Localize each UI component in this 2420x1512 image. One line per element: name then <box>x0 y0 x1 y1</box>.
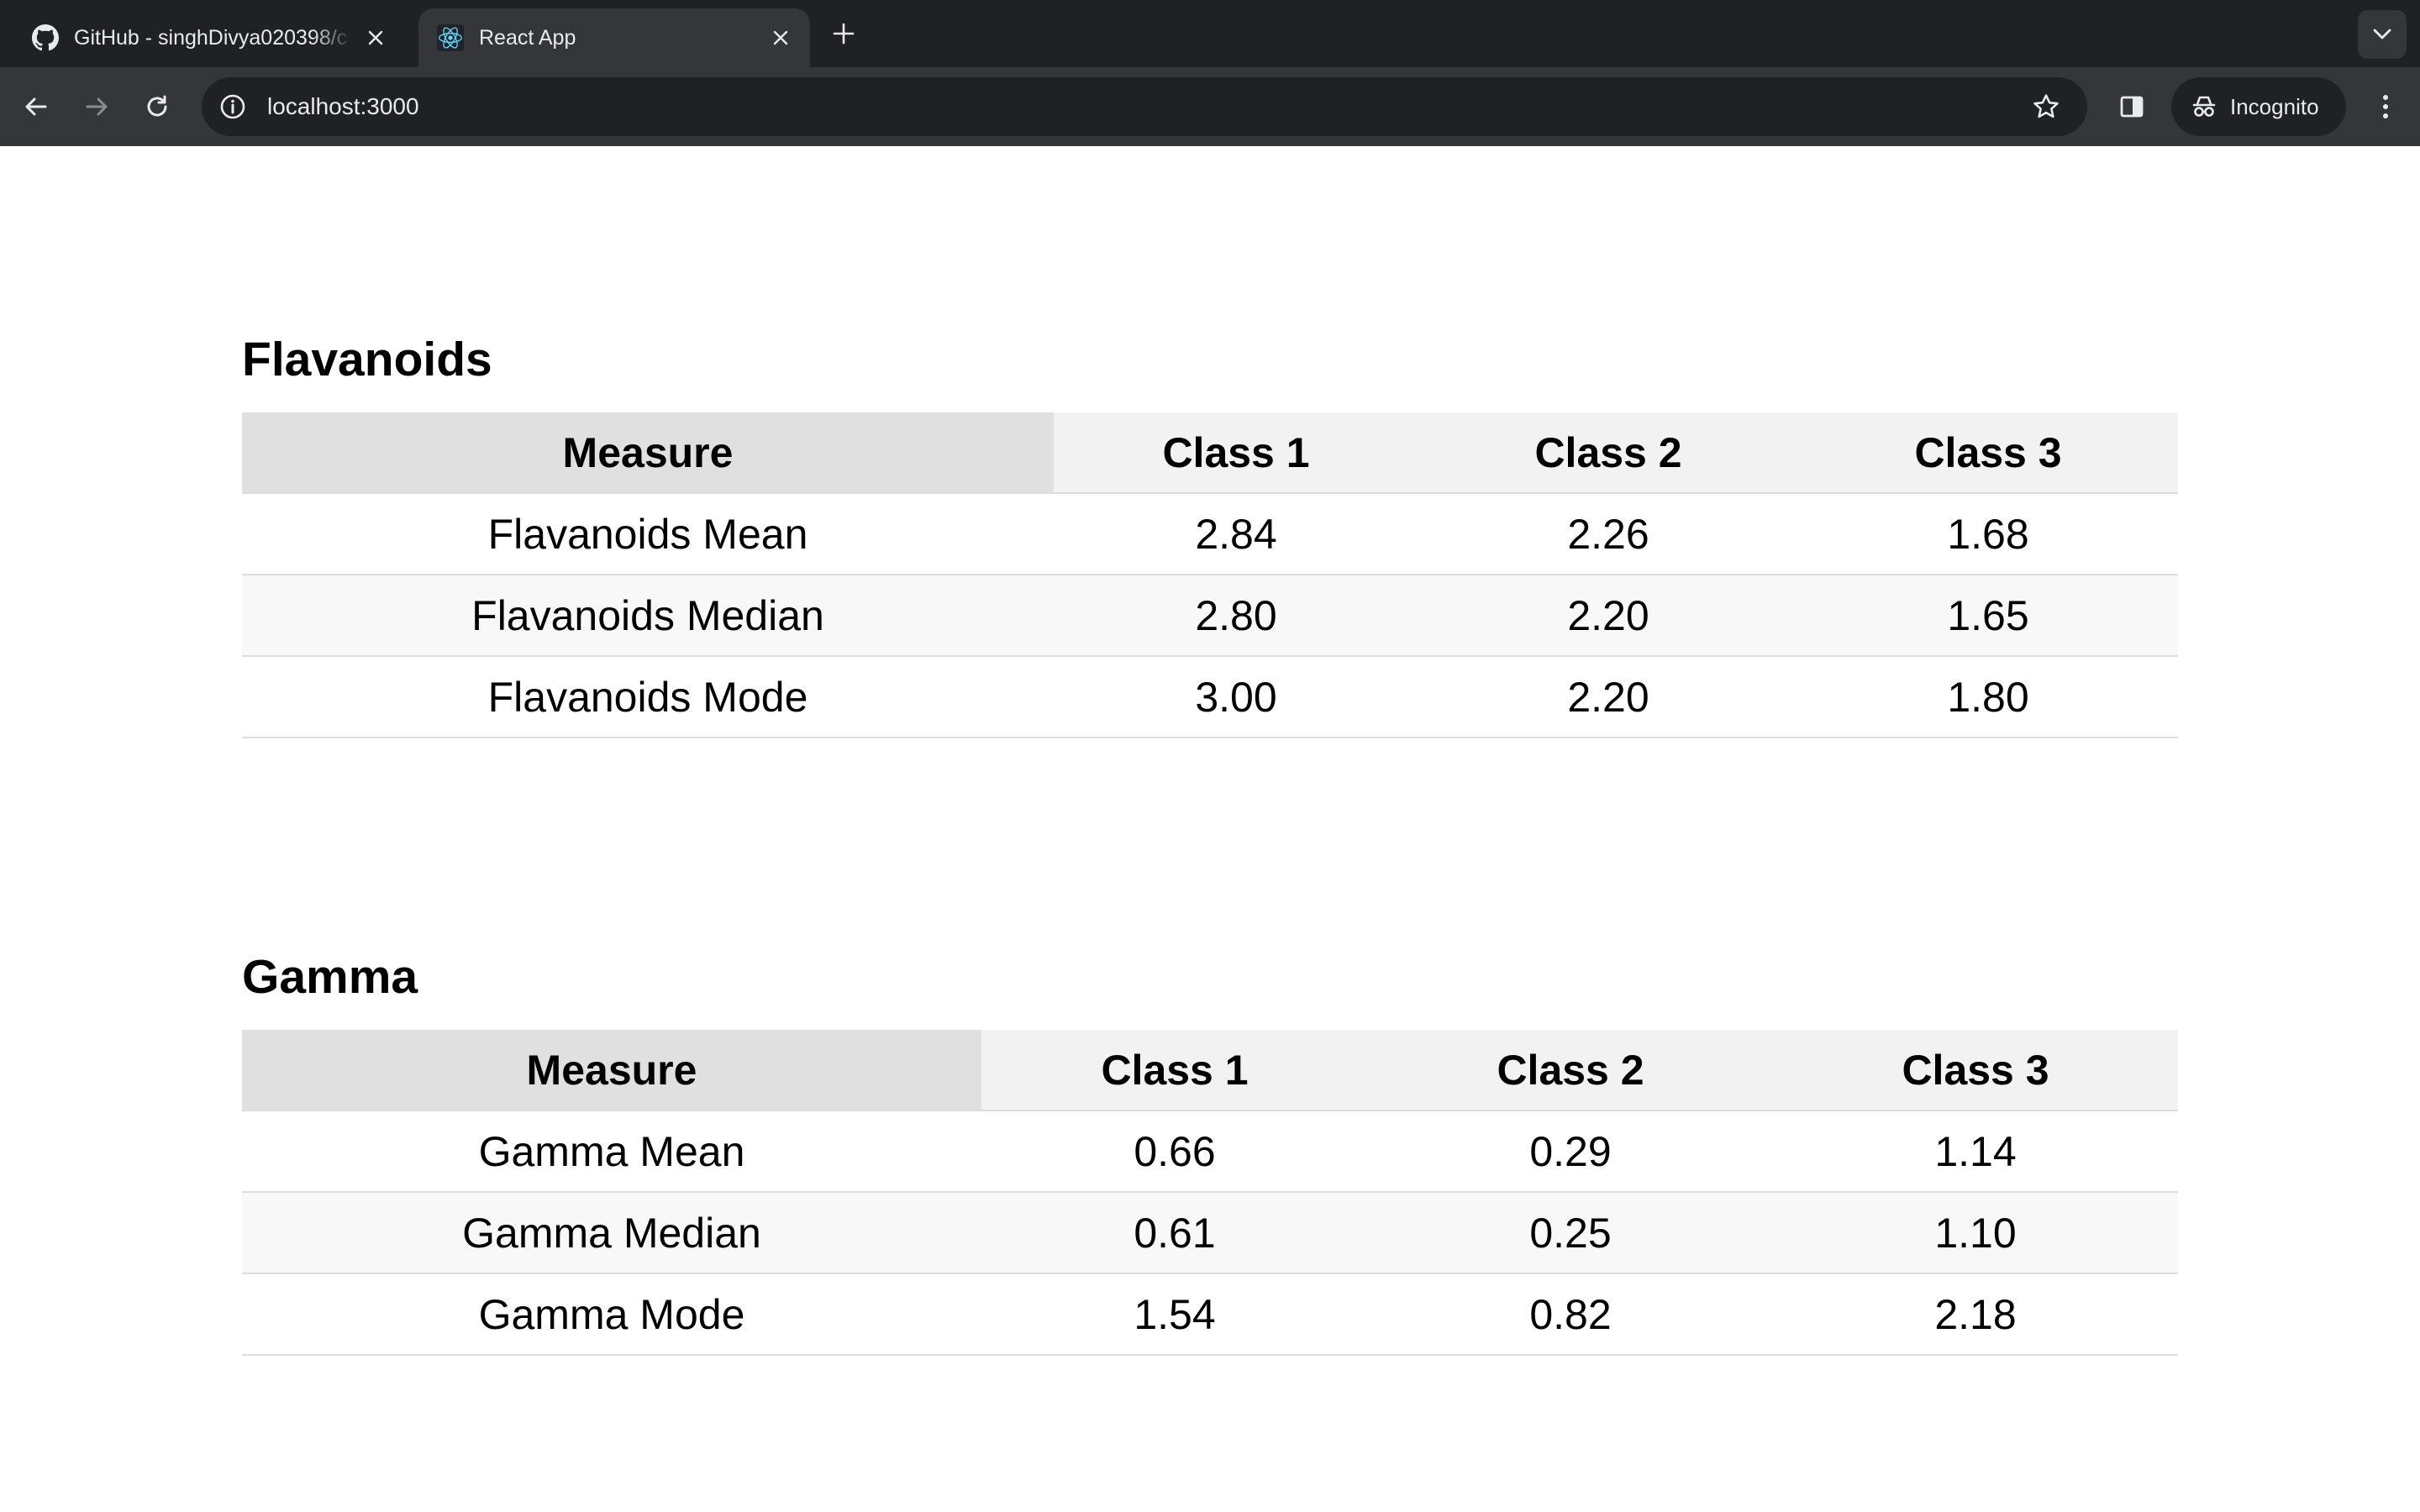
table-header-row: Measure Class 1 Class 2 Class 3 <box>242 1030 2178 1111</box>
table-cell: 0.25 <box>1368 1192 1773 1274</box>
table-cell: 2.20 <box>1418 656 1798 738</box>
column-header: Measure <box>242 1030 981 1111</box>
arrow-right-icon <box>86 97 108 116</box>
table-row: Flavanoids Median 2.80 2.20 1.65 <box>242 575 2178 657</box>
column-header: Class 1 <box>1054 412 1418 494</box>
column-header: Class 3 <box>1798 412 2178 494</box>
url-text: localhost:3000 <box>267 93 419 119</box>
table-row: Flavanoids Mean 2.84 2.26 1.68 <box>242 493 2178 575</box>
more-vert-icon <box>2383 95 2388 118</box>
table-cell: 2.18 <box>1773 1273 2178 1356</box>
table-cell: 1.54 <box>981 1273 1368 1356</box>
table-cell: Flavanoids Mean <box>242 493 1054 575</box>
back-button[interactable] <box>17 87 55 126</box>
tab-title: React App <box>479 25 576 50</box>
table-cell: 0.82 <box>1368 1273 1773 1356</box>
new-tab-button[interactable] <box>827 17 860 50</box>
browser-toolbar: localhost:3000 Incognito <box>0 67 2420 146</box>
forward-button[interactable] <box>77 87 116 126</box>
side-panel-button[interactable] <box>2112 87 2151 126</box>
table-cell: 0.66 <box>981 1110 1368 1193</box>
reload-button[interactable] <box>138 87 176 126</box>
arrow-left-icon <box>25 97 47 116</box>
tab-title: GitHub - singhDivya020398/c <box>74 25 348 50</box>
incognito-label: Incognito <box>2230 93 2319 119</box>
table-cell: 1.68 <box>1798 493 2178 575</box>
table-cell: 2.20 <box>1418 575 1798 657</box>
menu-button[interactable] <box>2366 87 2405 126</box>
table-row: Flavanoids Mode 3.00 2.20 1.80 <box>242 656 2178 738</box>
table-row: Gamma Mode 1.54 0.82 2.18 <box>242 1273 2178 1356</box>
incognito-icon <box>2190 92 2218 121</box>
table-cell: Gamma Median <box>242 1192 981 1274</box>
column-header: Class 1 <box>981 1030 1368 1111</box>
flavanoids-section: Flavanoids Measure Class 1 Class 2 Class… <box>242 326 2178 738</box>
table-cell: 0.29 <box>1368 1110 1773 1193</box>
flavanoids-table: Measure Class 1 Class 2 Class 3 Flavanoi… <box>242 412 2178 738</box>
table-cell: 2.26 <box>1418 493 1798 575</box>
column-header: Measure <box>242 412 1054 494</box>
table-cell: Flavanoids Mode <box>242 656 1054 738</box>
table-row: Gamma Mean 0.66 0.29 1.14 <box>242 1110 2178 1193</box>
table-row: Gamma Median 0.61 0.25 1.10 <box>242 1192 2178 1274</box>
table-cell: 1.65 <box>1798 575 2178 657</box>
table-header-row: Measure Class 1 Class 2 Class 3 <box>242 412 2178 494</box>
table-cell: Gamma Mode <box>242 1273 981 1356</box>
table-cell: 2.80 <box>1054 575 1418 657</box>
react-icon <box>437 24 464 51</box>
section-title: Gamma <box>242 950 418 1004</box>
table-cell: 2.84 <box>1054 493 1418 575</box>
table-cell: Gamma Mean <box>242 1110 981 1193</box>
close-icon[interactable] <box>361 24 390 52</box>
table-cell: 1.14 <box>1773 1110 2178 1193</box>
plus-icon <box>833 23 855 45</box>
address-bar[interactable]: localhost:3000 <box>202 77 2087 136</box>
gamma-table: Measure Class 1 Class 2 Class 3 Gamma Me… <box>242 1030 2178 1356</box>
close-icon[interactable] <box>766 24 795 52</box>
reload-icon <box>147 95 167 117</box>
section-title: Flavanoids <box>242 333 492 386</box>
chevron-down-icon <box>2373 29 2391 39</box>
table-cell: 1.80 <box>1798 656 2178 738</box>
github-icon <box>32 24 59 51</box>
tab-github[interactable]: GitHub - singhDivya020398/c <box>13 8 405 67</box>
table-cell: Flavanoids Median <box>242 575 1054 657</box>
table-cell: 0.61 <box>981 1192 1368 1274</box>
page-content: Flavanoids Measure Class 1 Class 2 Class… <box>0 146 2420 1512</box>
info-icon[interactable] <box>213 87 252 126</box>
table-cell: 3.00 <box>1054 656 1418 738</box>
side-panel-icon <box>2120 96 2144 118</box>
table-cell: 1.10 <box>1773 1192 2178 1274</box>
column-header: Class 2 <box>1368 1030 1773 1111</box>
column-header: Class 2 <box>1418 412 1798 494</box>
tab-search-button[interactable] <box>2358 10 2407 59</box>
column-header: Class 3 <box>1773 1030 2178 1111</box>
star-icon[interactable] <box>2027 87 2065 126</box>
tab-react-app[interactable]: React App <box>418 8 810 67</box>
tab-strip: GitHub - singhDivya020398/c React App <box>0 0 2420 67</box>
incognito-badge[interactable]: Incognito <box>2171 77 2346 136</box>
gamma-section: Gamma Measure Class 1 Class 2 Class 3 Ga… <box>242 943 2178 1356</box>
